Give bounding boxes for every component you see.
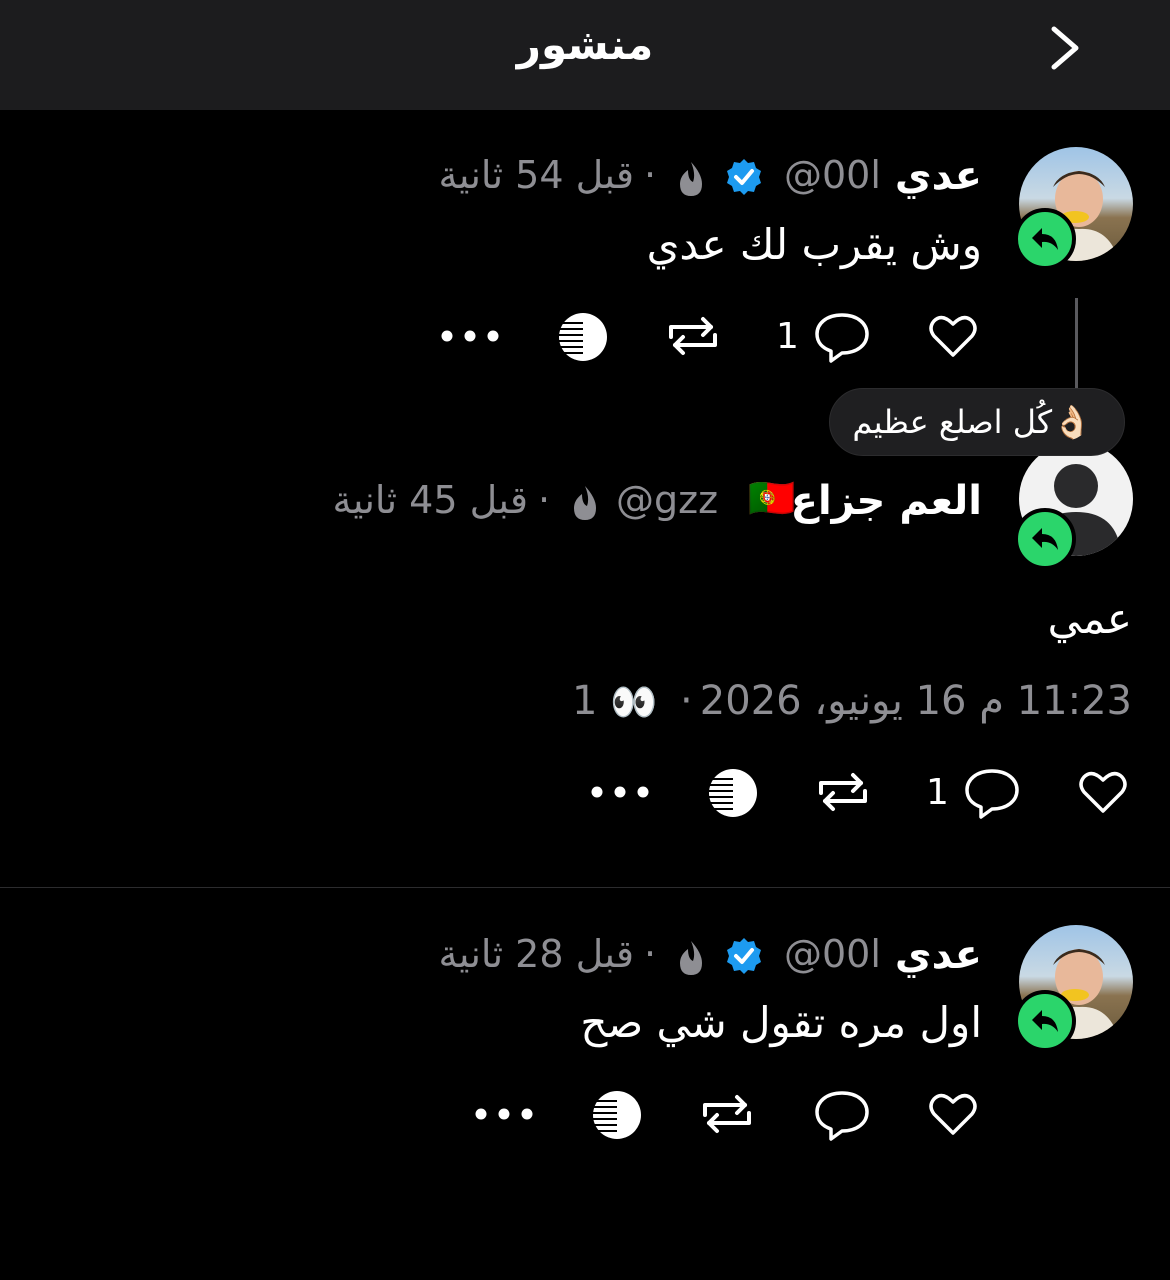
reply-button[interactable] — [812, 1088, 872, 1142]
reply-count: 1 — [776, 316, 799, 357]
post-time: قبل 45 ثانية — [332, 478, 528, 522]
post-time: قبل 28 ثانية — [438, 932, 634, 976]
reply-arrow-icon — [1032, 1010, 1058, 1032]
tooltip-text: كُل اصلع عظيم — [852, 403, 1053, 441]
repost-icon — [703, 1095, 751, 1133]
verified-badge-icon — [724, 936, 764, 976]
comment-icon — [965, 769, 1019, 819]
reply-button[interactable] — [962, 766, 1022, 820]
half-circle-icon — [593, 1091, 641, 1139]
flag-icon: 🇵🇹 — [748, 476, 796, 520]
author-name[interactable]: عدي — [895, 153, 982, 199]
handle[interactable]: @gzz — [616, 478, 718, 522]
more-options-button[interactable] — [474, 1096, 534, 1132]
post-text: اول مره تقول شي صح — [580, 998, 982, 1047]
post-text: عمي — [1047, 594, 1132, 643]
post-time: قبل 54 ثانية — [438, 153, 634, 197]
quote-button[interactable] — [590, 1088, 644, 1142]
chevron-right-icon — [1051, 26, 1079, 70]
author-name[interactable]: عدي — [895, 932, 982, 978]
more-options-button[interactable] — [590, 774, 650, 810]
comment-icon — [815, 313, 869, 363]
reply-arrow-icon — [1032, 228, 1058, 250]
view-count: 1 — [572, 678, 598, 724]
reply-arrow-icon — [1032, 528, 1058, 550]
fire-icon — [674, 939, 708, 981]
half-circle-icon — [709, 769, 757, 817]
heart-icon — [929, 1093, 977, 1135]
eyes-icon: 👀 — [610, 680, 658, 724]
comment-icon — [815, 1091, 869, 1141]
quote-button[interactable] — [556, 310, 610, 364]
more-dots-icon — [441, 330, 499, 342]
like-button[interactable] — [1076, 766, 1130, 818]
fire-icon — [674, 160, 708, 202]
repost-icon — [669, 317, 717, 355]
divider — [0, 887, 1170, 888]
author-name[interactable]: العم جزاع — [791, 478, 982, 524]
heart-icon — [929, 315, 977, 357]
repost-icon — [819, 773, 867, 811]
more-options-button[interactable] — [440, 318, 500, 354]
reply-button[interactable] — [812, 310, 872, 364]
more-dots-icon — [591, 786, 649, 798]
meta-separator: · — [644, 932, 657, 976]
thread-line — [1075, 298, 1078, 388]
heart-icon — [1079, 771, 1127, 813]
reaction-tooltip: كُل اصلع عظيم 👌🏻 — [829, 388, 1125, 456]
reply-badge — [1014, 990, 1076, 1052]
repost-button[interactable] — [664, 312, 722, 360]
half-circle-icon — [559, 313, 607, 361]
views-separator: · — [680, 678, 693, 724]
reply-badge — [1014, 208, 1076, 270]
verified-badge-icon — [724, 157, 764, 197]
like-button[interactable] — [926, 310, 980, 362]
reply-badge — [1014, 508, 1076, 570]
meta-separator: · — [644, 153, 657, 197]
ok-hand-icon: 👌🏻 — [1052, 403, 1092, 441]
post-timestamp: 11:23 م 16 يونيو، 2026 — [699, 678, 1132, 724]
reply-count: 1 — [926, 772, 949, 813]
like-button[interactable] — [926, 1088, 980, 1140]
post-text: وش يقرب لك عدي — [646, 220, 982, 269]
page-title: منشور — [516, 20, 654, 69]
repost-button[interactable] — [814, 768, 872, 816]
fire-icon — [568, 484, 602, 526]
handle[interactable]: @00ا — [784, 932, 881, 976]
handle[interactable]: @00ا — [784, 153, 881, 197]
more-dots-icon — [475, 1108, 533, 1120]
repost-button[interactable] — [698, 1090, 756, 1138]
quote-button[interactable] — [706, 766, 760, 820]
back-button[interactable] — [1030, 18, 1100, 78]
meta-separator: · — [538, 478, 551, 522]
